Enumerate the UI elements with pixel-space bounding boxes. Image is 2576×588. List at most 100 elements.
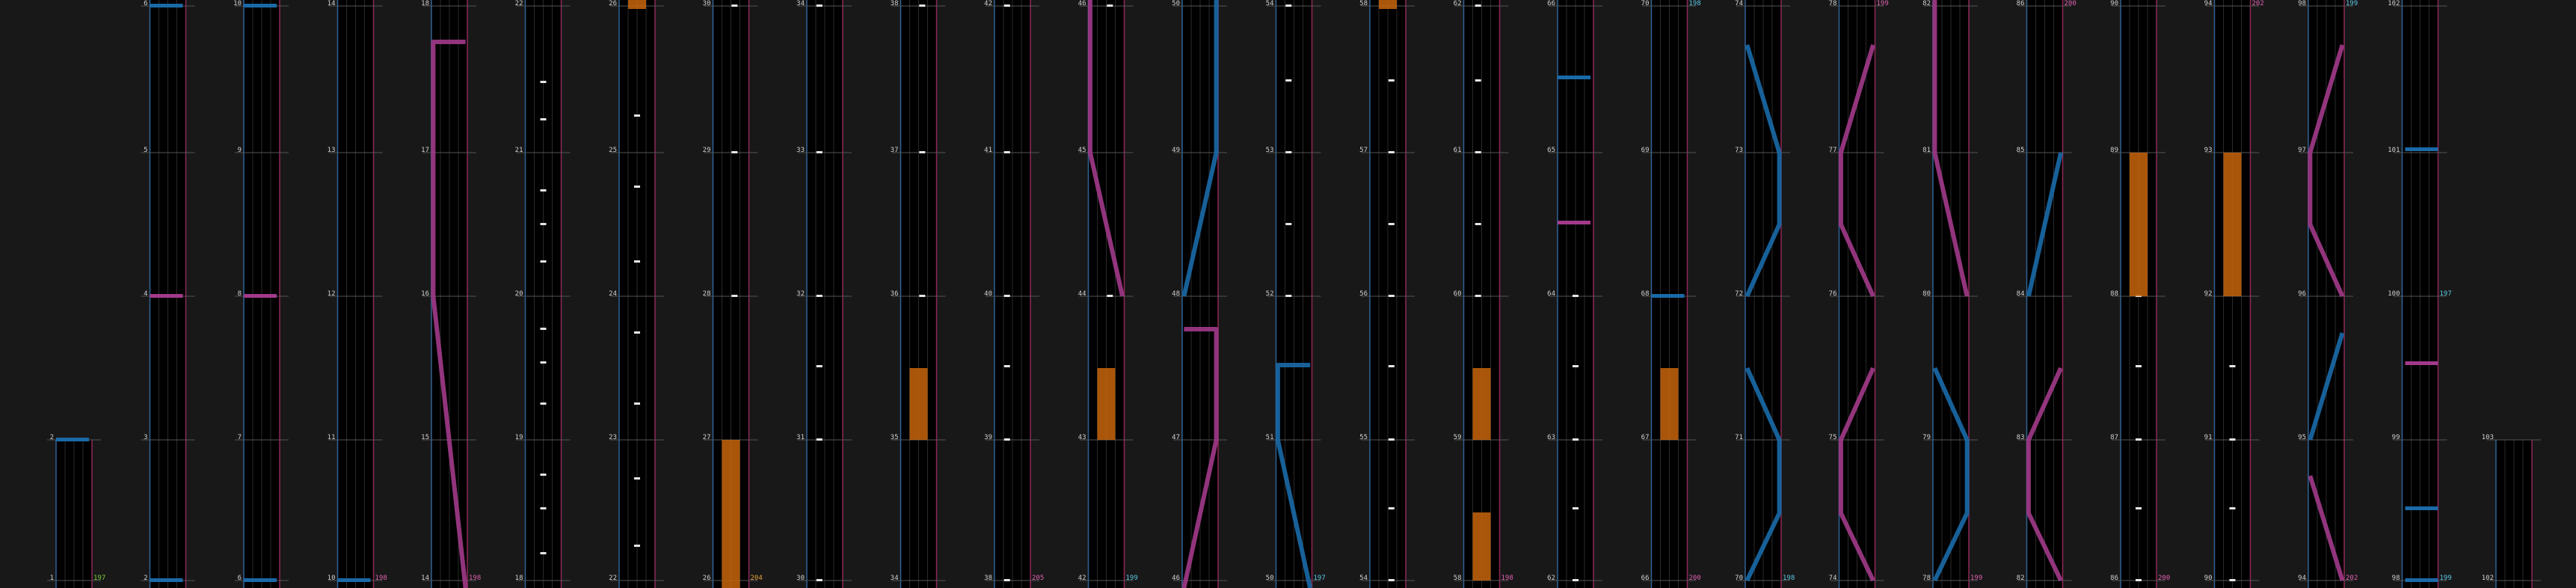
measure-number: 70 (1735, 575, 1743, 582)
col-7 (610, 0, 664, 588)
tap-note (1285, 4, 1292, 7)
tap-note (1573, 365, 1579, 367)
measure-number: 103 (2482, 434, 2494, 441)
measure-number: 74 (1829, 575, 1837, 582)
slide-endpoint (244, 4, 277, 7)
slide-endpoint (2405, 147, 2438, 151)
measure-number: 26 (703, 575, 711, 582)
combo-label: 198 (1501, 575, 1513, 582)
tap-note (1573, 295, 1579, 297)
measure-number: 37 (891, 147, 899, 154)
measure-number: 36 (891, 290, 899, 298)
measure-number: 6 (144, 0, 147, 7)
measure-number: 77 (1829, 147, 1837, 154)
measure-number: 58 (1454, 575, 1462, 582)
slide-endpoint (2405, 506, 2438, 510)
tap-note (634, 114, 640, 117)
measure-number: 3 (144, 434, 147, 441)
measure-number: 70 (1641, 0, 1650, 7)
tap-note (540, 402, 547, 405)
hold-note (1660, 368, 1679, 440)
tap-note (540, 81, 547, 83)
tap-note (816, 438, 823, 441)
tap-note (1388, 438, 1395, 441)
measure-number: 74 (1735, 0, 1743, 7)
measure-number: 53 (1266, 147, 1274, 154)
tap-note (816, 151, 823, 153)
tap-note (634, 331, 640, 334)
tap-note (731, 295, 738, 297)
measure-number: 66 (1547, 0, 1555, 7)
combo-label: 200 (1689, 575, 1701, 582)
slide-endpoint (150, 578, 183, 582)
combo-label: 198 (375, 575, 387, 582)
measure-number: 42 (1078, 575, 1086, 582)
measure-number: 31 (796, 434, 805, 441)
measure-number: 30 (796, 575, 805, 582)
tap-note (540, 507, 547, 509)
tap-note (731, 151, 738, 153)
measure-number: 86 (2017, 0, 2025, 7)
measure-number: 71 (1735, 434, 1743, 441)
measure-number: 97 (2298, 147, 2306, 154)
measure-number: 85 (2017, 147, 2025, 154)
combo-label: 197 (2440, 290, 2452, 298)
tap-note (1003, 438, 1010, 441)
measure-number: 8 (238, 290, 242, 298)
measure-number: 23 (609, 434, 617, 441)
measure-number: 80 (1922, 290, 1931, 298)
tap-note (1107, 4, 1113, 7)
tap-note (1388, 365, 1395, 367)
tap-note (2229, 579, 2236, 581)
col-25 (2299, 0, 2353, 588)
measure-number: 40 (984, 290, 992, 298)
hold-note (628, 0, 646, 9)
measure-number: 79 (1922, 434, 1931, 441)
measure-number: 89 (2110, 147, 2118, 154)
measure-number: 51 (1266, 434, 1274, 441)
col-17 (1549, 0, 1602, 588)
tap-note (540, 260, 547, 263)
measure-number: 1 (50, 575, 54, 582)
measure-number: 16 (421, 290, 429, 298)
tap-note (540, 552, 547, 554)
tap-note (540, 189, 547, 192)
measure-number: 60 (1454, 290, 1462, 298)
tap-note (540, 118, 547, 120)
col-13 (1173, 0, 1227, 588)
slide-endpoint (1558, 221, 1590, 224)
measure-number: 38 (891, 0, 899, 7)
measure-number: 2 (144, 575, 147, 582)
measure-number: 38 (984, 575, 992, 582)
measure-number: 96 (2298, 290, 2306, 298)
tap-note (919, 4, 926, 7)
combo-label: 199 (1877, 0, 1889, 7)
chart-viewer: 12197 234566789101011121314198 14151617181… (47, 0, 2541, 588)
measure-number: 82 (1922, 0, 1931, 7)
hold-note (2130, 153, 2148, 296)
measure-number: 99 (2392, 434, 2400, 441)
measure-number: 2 (50, 434, 54, 441)
tap-note (2229, 507, 2236, 509)
combo-label: 200 (2065, 0, 2077, 7)
measure-number: 19 (515, 434, 523, 441)
tap-note (816, 4, 823, 7)
tap-note (919, 151, 926, 153)
col-21 (1924, 0, 1978, 588)
combo-label: 198 (469, 575, 481, 582)
measure-number: 55 (1359, 434, 1368, 441)
tap-note (2229, 438, 2236, 441)
tap-note (1388, 295, 1395, 297)
measure-number: 22 (515, 0, 523, 7)
col-5 (422, 0, 476, 588)
measure-number: 42 (984, 0, 992, 7)
measure-number: 52 (1266, 290, 1274, 298)
measure-number: 91 (2204, 434, 2213, 441)
col-9 (798, 0, 852, 588)
measure-number: 93 (2204, 147, 2213, 154)
measure-number: 92 (2204, 290, 2213, 298)
measure-number: 34 (891, 575, 899, 582)
measure-number: 64 (1547, 290, 1555, 298)
measure-number: 43 (1078, 434, 1086, 441)
measure-number: 73 (1735, 147, 1743, 154)
